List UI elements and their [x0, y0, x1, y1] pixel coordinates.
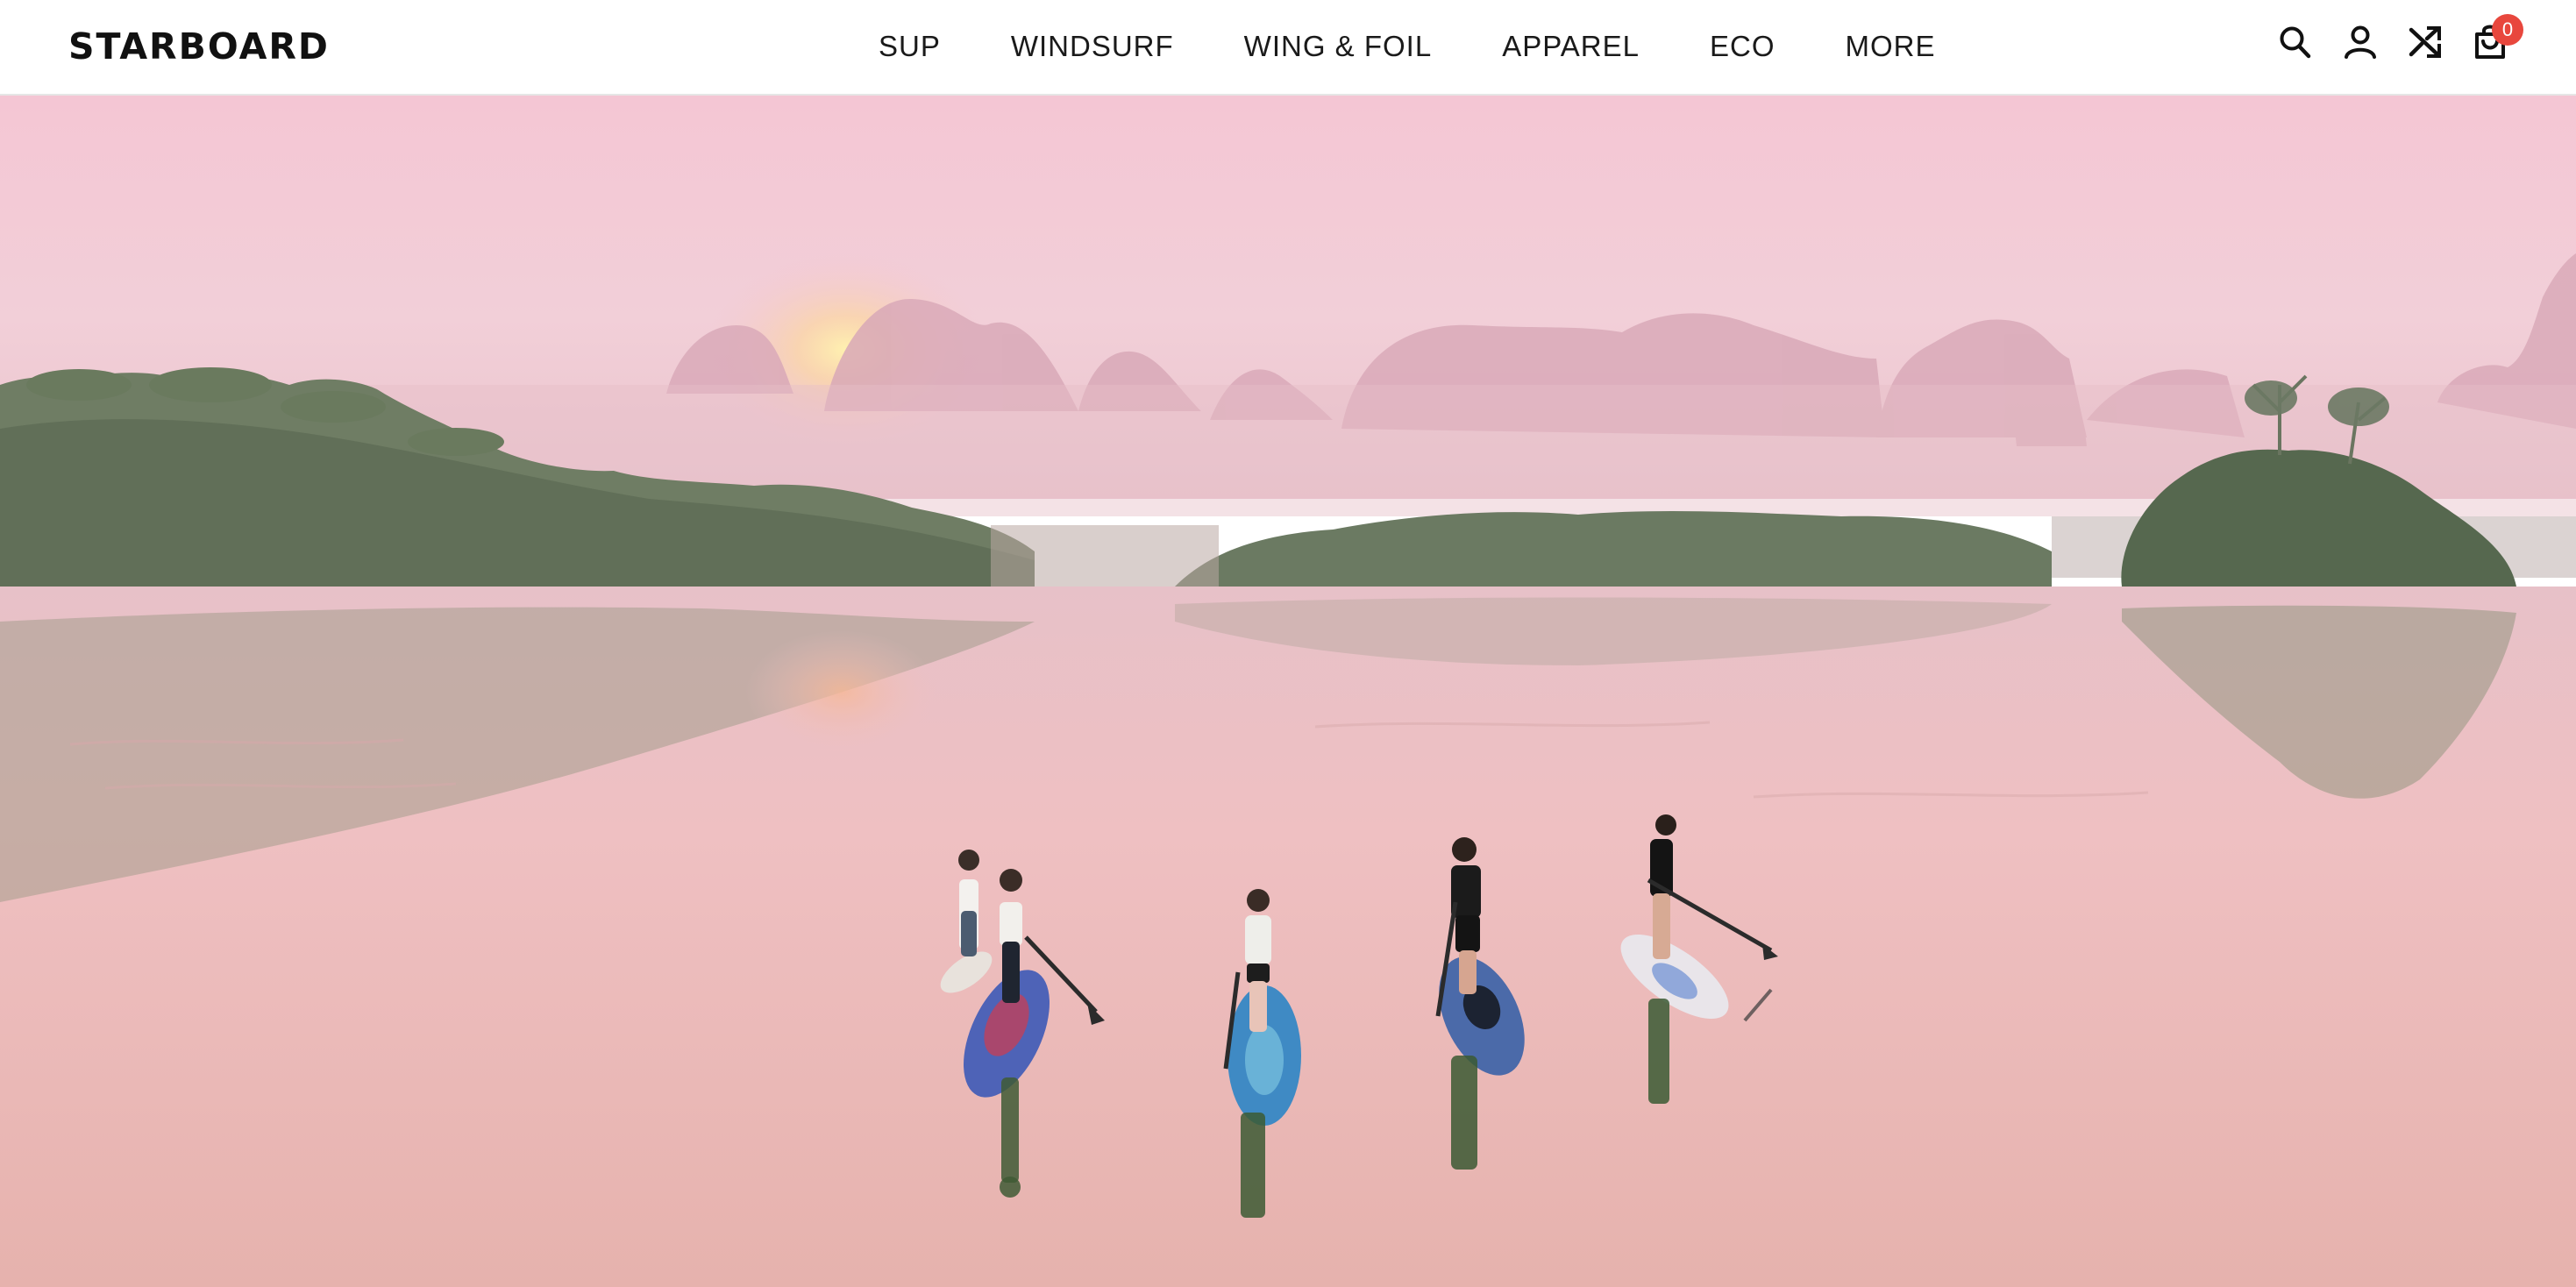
nav-item-windsurf[interactable]: WINDSURF	[1011, 26, 1174, 67]
nav-item-sup[interactable]: SUP	[879, 26, 941, 67]
cart-count-badge: 0	[2492, 14, 2523, 46]
site-header: STARBOARD SUP WINDSURF WING & FOIL APPAR…	[0, 0, 2576, 96]
user-icon[interactable]	[2343, 23, 2378, 61]
nav-item-apparel[interactable]: APPAREL	[1502, 26, 1640, 67]
search-icon[interactable]	[2278, 23, 2313, 61]
starboard-logo[interactable]: STARBOARD	[68, 19, 330, 74]
main-nav: SUP WINDSURF WING & FOIL APPAREL ECO MOR…	[879, 26, 1936, 67]
header-icons: 0	[2278, 14, 2523, 61]
hero-image-paddleboarders-lake	[0, 96, 2576, 1287]
logo-text: STARBOARD	[68, 25, 330, 68]
nav-item-more[interactable]: MORE	[1846, 26, 1936, 67]
cart-icon[interactable]: 0	[2473, 14, 2523, 61]
nav-item-eco[interactable]: ECO	[1710, 26, 1775, 67]
nav-item-wing-foil[interactable]: WING & FOIL	[1244, 26, 1433, 67]
hero-video	[0, 96, 2576, 1287]
shuffle-icon[interactable]	[2408, 23, 2443, 61]
